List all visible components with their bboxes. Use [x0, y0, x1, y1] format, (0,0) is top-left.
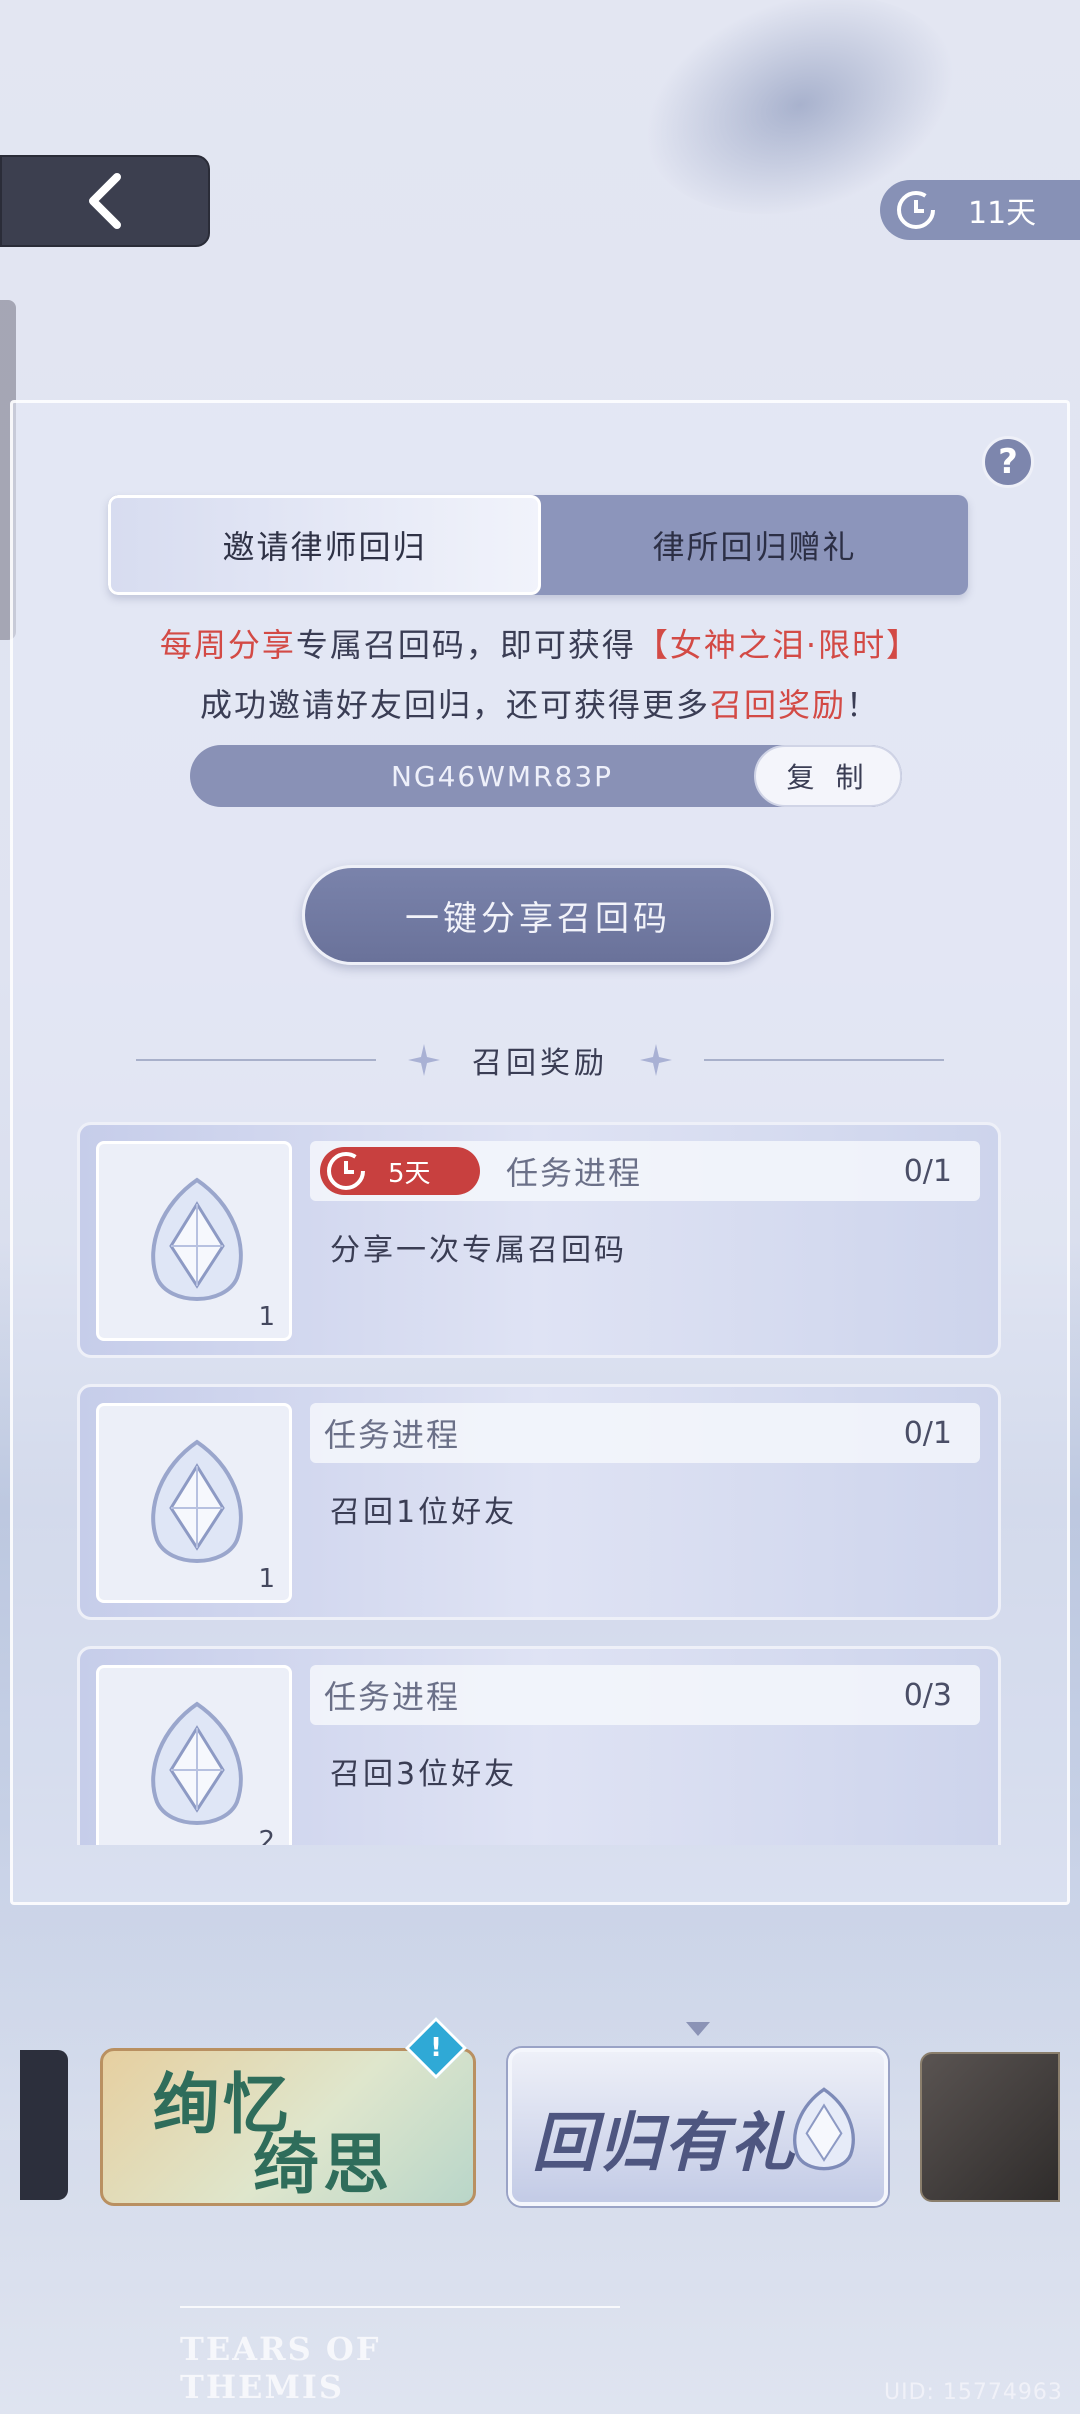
task-progress-bar: 任务进程 0/3: [310, 1665, 980, 1725]
crystal-tear-icon: [151, 1439, 243, 1563]
desc-highlight: 召回奖励: [709, 686, 846, 724]
event-carousel[interactable]: 绚忆 绮思 回归有礼: [0, 2040, 1080, 2220]
item-count: 1: [258, 1302, 275, 1332]
rewards-section-title: 召回奖励: [472, 1046, 608, 1081]
clock-icon: [327, 1152, 365, 1190]
progress-label: 任务进程: [324, 1416, 461, 1454]
task-card[interactable]: 2 任务进程 0/3 召回3位好友: [77, 1646, 1001, 1845]
task-description: 召回1位好友: [330, 1495, 518, 1530]
event-timer: 11天: [880, 180, 1080, 240]
event-card-prev[interactable]: [20, 2050, 68, 2200]
progress-value: 0/3: [903, 1677, 952, 1713]
progress-label: 任务进程: [506, 1154, 643, 1192]
desc-text: ！: [846, 686, 881, 724]
exclamation-icon: !: [430, 2033, 442, 2063]
help-button[interactable]: ?: [982, 436, 1034, 488]
task-description: 分享一次专属召回码: [330, 1233, 627, 1268]
recall-code: NG46WMR83P: [390, 759, 614, 793]
description-line-2: 成功邀请好友回归，还可获得更多召回奖励！: [0, 680, 1080, 726]
event-title: 绮思: [253, 2125, 393, 2203]
tab-bar: 邀请律师回归 律所回归赠礼: [108, 495, 968, 595]
clock-icon: [897, 191, 935, 229]
crystal-tear-icon: [151, 1177, 243, 1301]
game-logo: TEARS OF THEMIS: [180, 2330, 380, 2407]
selected-indicator: [686, 2022, 710, 2036]
crystal-tear-icon: [793, 2087, 855, 2171]
sparkle-icon: [408, 1044, 440, 1076]
tab-return-gift[interactable]: 律所回归赠礼: [541, 495, 968, 595]
desc-highlight: 【女神之泪·限时】: [635, 626, 921, 664]
reward-item-slot[interactable]: 1: [96, 1403, 292, 1603]
divider: [136, 1059, 376, 1061]
description-line-1: 每周分享专属召回码，即可获得【女神之泪·限时】: [0, 620, 1080, 666]
question-icon: ?: [998, 442, 1018, 482]
crystal-tear-icon: [151, 1701, 243, 1825]
sparkle-icon: [640, 1044, 672, 1076]
share-code-button[interactable]: 一键分享召回码: [302, 865, 774, 965]
event-title: 回归有礼: [532, 2106, 796, 2181]
desc-text: 成功邀请好友回归，还可获得更多: [199, 686, 710, 724]
rewards-section-header: 召回奖励: [0, 1040, 1080, 1081]
recall-code-field: NG46WMR83P 复 制: [190, 745, 902, 807]
copy-button[interactable]: 复 制: [754, 745, 902, 807]
task-progress-bar: 任务进程 0/1: [310, 1403, 980, 1463]
task-timer-text: 5天: [388, 1158, 431, 1189]
progress-value: 0/1: [903, 1153, 952, 1189]
event-card-next[interactable]: [920, 2052, 1060, 2202]
user-id: UID: 15774963: [884, 2380, 1063, 2405]
event-card-memories[interactable]: 绚忆 绮思: [100, 2048, 476, 2206]
progress-value: 0/1: [903, 1415, 952, 1451]
chevron-left-icon: [89, 173, 121, 229]
tab-label: 邀请律师回归: [222, 528, 427, 566]
task-list[interactable]: 1 5天 任务进程 0/1 分享一次专属召回码 1 任务进程 0/1 召回1位好…: [77, 1122, 1001, 1845]
progress-label: 任务进程: [324, 1678, 461, 1716]
item-count: 2: [258, 1826, 275, 1845]
desc-text: 专属召回码，即可获得: [295, 626, 636, 664]
logo-line: THEMIS: [180, 2368, 344, 2407]
task-timer: 5天: [320, 1147, 480, 1195]
event-card-return-gift[interactable]: 回归有礼: [508, 2048, 888, 2206]
task-card[interactable]: 1 任务进程 0/1 召回1位好友: [77, 1384, 1001, 1620]
divider: [180, 2306, 620, 2308]
back-button[interactable]: [0, 155, 210, 247]
tab-label: 律所回归赠礼: [652, 528, 857, 566]
divider: [704, 1059, 944, 1061]
task-description: 召回3位好友: [330, 1757, 518, 1792]
tab-invite-lawyer[interactable]: 邀请律师回归: [108, 495, 541, 595]
reward-item-slot[interactable]: 1: [96, 1141, 292, 1341]
logo-line: TEARS OF: [180, 2330, 381, 2368]
item-count: 1: [258, 1564, 275, 1594]
reward-item-slot[interactable]: 2: [96, 1665, 292, 1845]
desc-highlight: 每周分享: [159, 626, 296, 664]
task-card[interactable]: 1 5天 任务进程 0/1 分享一次专属召回码: [77, 1122, 1001, 1358]
task-progress-bar: 5天 任务进程 0/1: [310, 1141, 980, 1201]
event-timer-text: 11天: [968, 196, 1037, 231]
